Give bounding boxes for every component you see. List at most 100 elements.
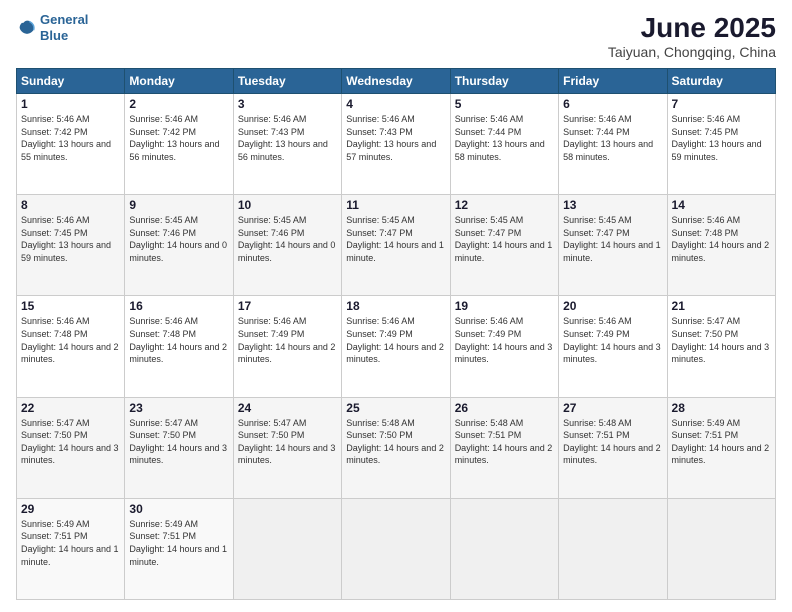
day-number: 9 [129,198,228,212]
day-number: 11 [346,198,445,212]
day-number: 5 [455,97,554,111]
logo-line1: General [40,12,88,27]
day-info: Sunrise: 5:47 AM Sunset: 7:50 PM Dayligh… [238,417,337,467]
day-info: Sunrise: 5:48 AM Sunset: 7:50 PM Dayligh… [346,417,445,467]
day-info: Sunrise: 5:46 AM Sunset: 7:44 PM Dayligh… [563,113,662,163]
day-number: 3 [238,97,337,111]
day-info: Sunrise: 5:45 AM Sunset: 7:47 PM Dayligh… [455,214,554,264]
day-number: 21 [672,299,771,313]
page: General Blue June 2025 Taiyuan, Chongqin… [0,0,792,612]
day-info: Sunrise: 5:46 AM Sunset: 7:49 PM Dayligh… [238,315,337,365]
calendar-cell: 15 Sunrise: 5:46 AM Sunset: 7:48 PM Dayl… [17,296,125,397]
day-number: 2 [129,97,228,111]
header-friday: Friday [559,69,667,94]
calendar-week-3: 15 Sunrise: 5:46 AM Sunset: 7:48 PM Dayl… [17,296,776,397]
day-number: 19 [455,299,554,313]
day-info: Sunrise: 5:46 AM Sunset: 7:43 PM Dayligh… [238,113,337,163]
calendar-cell: 10 Sunrise: 5:45 AM Sunset: 7:46 PM Dayl… [233,195,341,296]
calendar-cell [233,498,341,599]
calendar-cell: 9 Sunrise: 5:45 AM Sunset: 7:46 PM Dayli… [125,195,233,296]
header-saturday: Saturday [667,69,775,94]
day-info: Sunrise: 5:48 AM Sunset: 7:51 PM Dayligh… [563,417,662,467]
day-info: Sunrise: 5:46 AM Sunset: 7:49 PM Dayligh… [346,315,445,365]
calendar-cell: 4 Sunrise: 5:46 AM Sunset: 7:43 PM Dayli… [342,94,450,195]
calendar-cell: 8 Sunrise: 5:46 AM Sunset: 7:45 PM Dayli… [17,195,125,296]
calendar-cell [559,498,667,599]
day-number: 26 [455,401,554,415]
header-monday: Monday [125,69,233,94]
calendar-cell: 2 Sunrise: 5:46 AM Sunset: 7:42 PM Dayli… [125,94,233,195]
day-number: 7 [672,97,771,111]
header-sunday: Sunday [17,69,125,94]
calendar-cell [342,498,450,599]
subtitle: Taiyuan, Chongqing, China [608,44,776,60]
day-number: 23 [129,401,228,415]
calendar-cell: 25 Sunrise: 5:48 AM Sunset: 7:50 PM Dayl… [342,397,450,498]
calendar-week-4: 22 Sunrise: 5:47 AM Sunset: 7:50 PM Dayl… [17,397,776,498]
day-number: 29 [21,502,120,516]
day-info: Sunrise: 5:49 AM Sunset: 7:51 PM Dayligh… [672,417,771,467]
calendar-header-row: Sunday Monday Tuesday Wednesday Thursday… [17,69,776,94]
calendar-cell: 23 Sunrise: 5:47 AM Sunset: 7:50 PM Dayl… [125,397,233,498]
day-number: 30 [129,502,228,516]
calendar-cell: 6 Sunrise: 5:46 AM Sunset: 7:44 PM Dayli… [559,94,667,195]
day-number: 18 [346,299,445,313]
day-number: 22 [21,401,120,415]
calendar-cell: 5 Sunrise: 5:46 AM Sunset: 7:44 PM Dayli… [450,94,558,195]
day-number: 8 [21,198,120,212]
day-number: 15 [21,299,120,313]
day-number: 14 [672,198,771,212]
calendar-cell: 14 Sunrise: 5:46 AM Sunset: 7:48 PM Dayl… [667,195,775,296]
day-number: 13 [563,198,662,212]
day-info: Sunrise: 5:45 AM Sunset: 7:47 PM Dayligh… [563,214,662,264]
header: General Blue June 2025 Taiyuan, Chongqin… [16,12,776,60]
day-info: Sunrise: 5:46 AM Sunset: 7:42 PM Dayligh… [21,113,120,163]
day-number: 25 [346,401,445,415]
day-number: 12 [455,198,554,212]
calendar-week-5: 29 Sunrise: 5:49 AM Sunset: 7:51 PM Dayl… [17,498,776,599]
day-number: 6 [563,97,662,111]
day-info: Sunrise: 5:46 AM Sunset: 7:48 PM Dayligh… [129,315,228,365]
header-wednesday: Wednesday [342,69,450,94]
header-tuesday: Tuesday [233,69,341,94]
day-info: Sunrise: 5:48 AM Sunset: 7:51 PM Dayligh… [455,417,554,467]
day-info: Sunrise: 5:49 AM Sunset: 7:51 PM Dayligh… [21,518,120,568]
calendar-cell: 24 Sunrise: 5:47 AM Sunset: 7:50 PM Dayl… [233,397,341,498]
calendar-week-2: 8 Sunrise: 5:46 AM Sunset: 7:45 PM Dayli… [17,195,776,296]
title-block: June 2025 Taiyuan, Chongqing, China [608,12,776,60]
day-info: Sunrise: 5:45 AM Sunset: 7:46 PM Dayligh… [238,214,337,264]
logo-line2: Blue [40,28,68,43]
day-info: Sunrise: 5:46 AM Sunset: 7:48 PM Dayligh… [21,315,120,365]
day-number: 16 [129,299,228,313]
calendar-week-1: 1 Sunrise: 5:46 AM Sunset: 7:42 PM Dayli… [17,94,776,195]
calendar-cell: 29 Sunrise: 5:49 AM Sunset: 7:51 PM Dayl… [17,498,125,599]
day-info: Sunrise: 5:47 AM Sunset: 7:50 PM Dayligh… [129,417,228,467]
day-info: Sunrise: 5:46 AM Sunset: 7:45 PM Dayligh… [21,214,120,264]
calendar-cell: 1 Sunrise: 5:46 AM Sunset: 7:42 PM Dayli… [17,94,125,195]
day-number: 4 [346,97,445,111]
calendar-cell [450,498,558,599]
day-info: Sunrise: 5:46 AM Sunset: 7:42 PM Dayligh… [129,113,228,163]
calendar-cell: 22 Sunrise: 5:47 AM Sunset: 7:50 PM Dayl… [17,397,125,498]
day-info: Sunrise: 5:45 AM Sunset: 7:46 PM Dayligh… [129,214,228,264]
calendar-table: Sunday Monday Tuesday Wednesday Thursday… [16,68,776,600]
day-number: 28 [672,401,771,415]
calendar-cell: 21 Sunrise: 5:47 AM Sunset: 7:50 PM Dayl… [667,296,775,397]
day-info: Sunrise: 5:49 AM Sunset: 7:51 PM Dayligh… [129,518,228,568]
calendar-cell: 7 Sunrise: 5:46 AM Sunset: 7:45 PM Dayli… [667,94,775,195]
logo-text: General Blue [40,12,88,43]
calendar-cell: 30 Sunrise: 5:49 AM Sunset: 7:51 PM Dayl… [125,498,233,599]
main-title: June 2025 [608,12,776,44]
calendar-cell: 18 Sunrise: 5:46 AM Sunset: 7:49 PM Dayl… [342,296,450,397]
day-info: Sunrise: 5:46 AM Sunset: 7:43 PM Dayligh… [346,113,445,163]
day-info: Sunrise: 5:46 AM Sunset: 7:49 PM Dayligh… [455,315,554,365]
day-info: Sunrise: 5:46 AM Sunset: 7:45 PM Dayligh… [672,113,771,163]
day-number: 17 [238,299,337,313]
calendar-cell: 13 Sunrise: 5:45 AM Sunset: 7:47 PM Dayl… [559,195,667,296]
day-info: Sunrise: 5:46 AM Sunset: 7:44 PM Dayligh… [455,113,554,163]
calendar-cell: 20 Sunrise: 5:46 AM Sunset: 7:49 PM Dayl… [559,296,667,397]
calendar-cell: 26 Sunrise: 5:48 AM Sunset: 7:51 PM Dayl… [450,397,558,498]
day-number: 1 [21,97,120,111]
day-number: 24 [238,401,337,415]
logo-icon [16,17,38,39]
